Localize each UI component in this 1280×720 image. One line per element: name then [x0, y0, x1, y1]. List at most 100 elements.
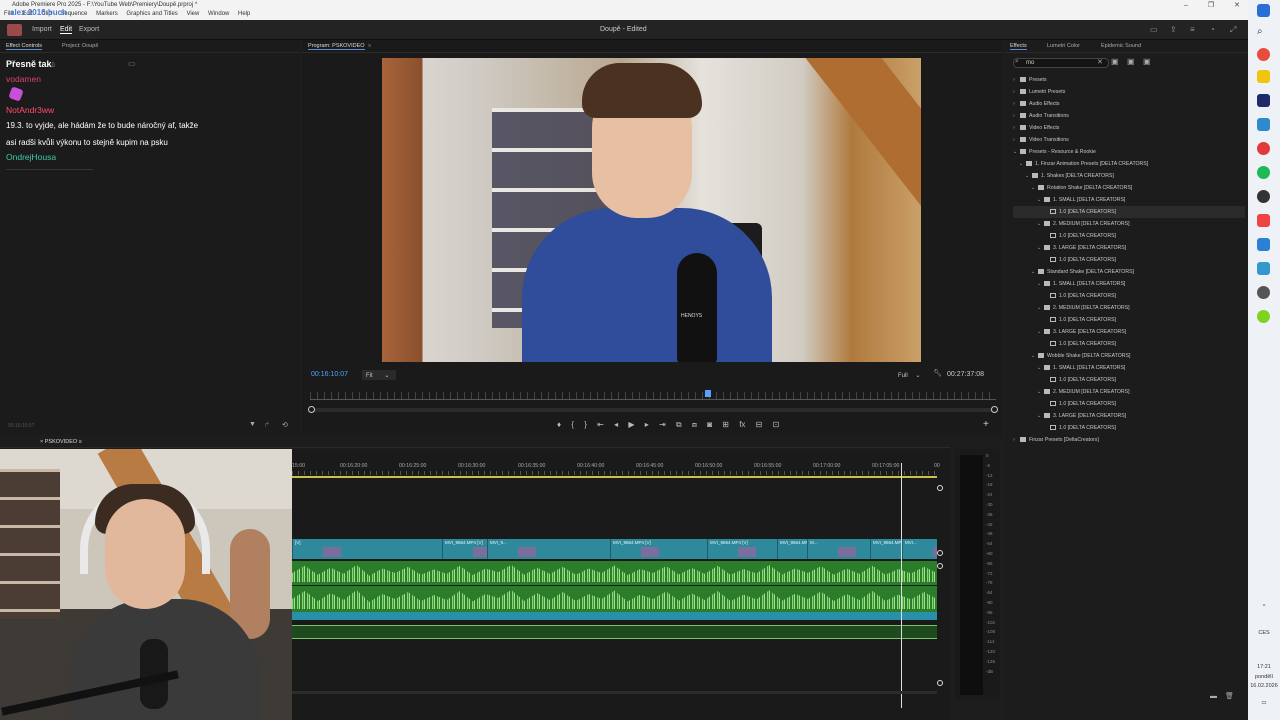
- tree-preset-item[interactable]: 1.0 [DELTA CREATORS]: [1013, 422, 1245, 434]
- video-clip[interactable]: M...: [807, 539, 870, 559]
- chevron-down-icon[interactable]: ⌄: [1037, 410, 1043, 422]
- tree-folder-item[interactable]: ⌄ 3. LARGE [DELTA CREATORS]: [1013, 242, 1245, 254]
- video-frame[interactable]: HENOYS: [382, 58, 921, 362]
- scroll-handle[interactable]: [937, 550, 943, 556]
- app-icon[interactable]: [1257, 262, 1270, 275]
- menu-help[interactable]: Help: [238, 11, 250, 17]
- video-clip[interactable]: MVI_9664.MP4 [V]: [610, 539, 707, 559]
- tree-folder-item[interactable]: ⌄ 1. SMALL [DELTA CREATORS]: [1013, 362, 1245, 374]
- chevron-down-icon[interactable]: ⌄: [1037, 194, 1043, 206]
- play-button[interactable]: ▶: [628, 420, 634, 429]
- close-button[interactable]: ✕: [1234, 2, 1240, 9]
- add-marker-button[interactable]: ♦: [557, 420, 561, 429]
- current-timecode[interactable]: 00:16:10:07: [311, 371, 348, 378]
- fullscreen-icon[interactable]: ⤢: [1230, 25, 1236, 35]
- audio-track-a1[interactable]: [292, 561, 937, 585]
- zoom-select[interactable]: Fit ⌄: [362, 370, 396, 380]
- share-icon[interactable]: ⇪: [1170, 25, 1177, 34]
- trash-icon[interactable]: 🗑︎: [1225, 693, 1234, 700]
- scroll-handle[interactable]: [937, 680, 943, 686]
- go-to-in-button[interactable]: ⇤: [597, 420, 604, 429]
- tree-preset-item[interactable]: 1.0 [DELTA CREATORS]: [1013, 254, 1245, 266]
- video-clip[interactable]: MVI_9664.MP4 [V]: [442, 539, 487, 559]
- playhead-marker[interactable]: [705, 390, 711, 397]
- app-icon[interactable]: [1257, 214, 1270, 227]
- chevron-down-icon[interactable]: ⌄: [1037, 242, 1043, 254]
- filter-icon[interactable]: ▼: [249, 421, 256, 428]
- progress-icon[interactable]: ◔: [1210, 25, 1215, 34]
- mark-out-button[interactable]: }: [584, 420, 587, 429]
- menu-view[interactable]: View: [186, 11, 199, 17]
- scrollbar-right-handle[interactable]: [991, 406, 998, 413]
- tab-edit[interactable]: Edit: [60, 26, 73, 34]
- clock-time[interactable]: 17:21: [1250, 664, 1278, 670]
- tab-effects[interactable]: Effects: [1010, 43, 1027, 50]
- tab-lumetri-color[interactable]: Lumetri Color: [1047, 43, 1080, 49]
- tree-preset-item[interactable]: 1.0 [DELTA CREATORS]: [1013, 374, 1245, 386]
- button-editor-plus-icon[interactable]: +: [983, 419, 989, 430]
- panels-icon[interactable]: ≡: [1190, 25, 1195, 34]
- tab-import[interactable]: Import: [32, 26, 52, 33]
- chevron-right-icon[interactable]: ›: [1013, 86, 1019, 98]
- tree-folder-item[interactable]: ⌄ Standard Shake [DELTA CREATORS]: [1013, 266, 1245, 278]
- clear-search-icon[interactable]: ✕: [1097, 58, 1103, 66]
- effects-search-input[interactable]: mo: [1013, 58, 1109, 68]
- keyboard-layout[interactable]: CES: [1250, 630, 1278, 636]
- tree-folder-item[interactable]: ⌄ Wobble Shake [DELTA CREATORS]: [1013, 350, 1245, 362]
- tree-folder-item[interactable]: ⌄ 1. Shakes [DELTA CREATORS]: [1013, 170, 1245, 182]
- step-back-button[interactable]: ◂: [614, 420, 618, 429]
- timeline-scrollbar[interactable]: [292, 691, 937, 694]
- tree-preset-item[interactable]: 1.0 [DELTA CREATORS]: [1013, 230, 1245, 242]
- tab-sequence[interactable]: × PSKOVIDEO ≡: [40, 439, 82, 445]
- extract-button[interactable]: ⧈: [692, 420, 697, 429]
- obs-icon[interactable]: [1257, 190, 1270, 203]
- tab-epidemic-sound[interactable]: Epidemic Sound: [1101, 43, 1141, 49]
- video-clip[interactable]: MVI...: [902, 539, 937, 559]
- audio-track-a3[interactable]: [292, 612, 937, 620]
- go-to-out-button[interactable]: ⇥: [659, 420, 666, 429]
- app-icon[interactable]: [1257, 238, 1270, 251]
- app-icon[interactable]: [1257, 310, 1270, 323]
- app-icon[interactable]: [1257, 286, 1270, 299]
- monitor-ruler[interactable]: [310, 392, 996, 400]
- yuv-effects-icon[interactable]: ▣: [1143, 57, 1151, 66]
- chevron-down-icon[interactable]: ⌄: [1037, 278, 1043, 290]
- comparison-view-button[interactable]: ⊞: [722, 420, 729, 429]
- tree-folder-item[interactable]: › Audio Effects: [1013, 98, 1245, 110]
- scrollbar-left-handle[interactable]: [308, 406, 315, 413]
- tree-folder-item[interactable]: › Video Effects: [1013, 122, 1245, 134]
- file-explorer-icon[interactable]: [1257, 70, 1270, 83]
- tree-folder-item[interactable]: › Finzar Presets [DeltaCreators]: [1013, 434, 1245, 446]
- tree-folder-item[interactable]: ⌄ 1. SMALL [DELTA CREATORS]: [1013, 194, 1245, 206]
- tree-folder-item[interactable]: ⌄ 1. SMALL [DELTA CREATORS]: [1013, 278, 1245, 290]
- tree-preset-item[interactable]: 1.0 [DELTA CREATORS]: [1013, 206, 1245, 218]
- chevron-down-icon[interactable]: ⌄: [1037, 326, 1043, 338]
- video-clip[interactable]: [V]: [292, 539, 442, 559]
- video-clip[interactable]: MVI_9664.MP4 [V]: [777, 539, 807, 559]
- tab-export[interactable]: Export: [79, 26, 99, 33]
- chevron-right-icon[interactable]: ›: [1013, 110, 1019, 122]
- zoom-scrollbar[interactable]: [308, 406, 998, 413]
- scroll-handle[interactable]: [937, 485, 943, 491]
- tree-folder-item[interactable]: › Presets: [1013, 74, 1245, 86]
- tree-folder-item[interactable]: › Video Transitions: [1013, 134, 1245, 146]
- home-icon[interactable]: [7, 24, 22, 36]
- video-clip[interactable]: MVI_9664.MP4 [V]: [707, 539, 777, 559]
- tree-folder-item[interactable]: ⌄ 2. MEDIUM [DELTA CREATORS]: [1013, 218, 1245, 230]
- chevron-right-icon[interactable]: ›: [1013, 74, 1019, 86]
- chevron-right-icon[interactable]: ›: [1013, 98, 1019, 110]
- tree-folder-item[interactable]: › Audio Transitions: [1013, 110, 1245, 122]
- tree-folder-item[interactable]: ⌄ 3. LARGE [DELTA CREATORS]: [1013, 326, 1245, 338]
- workspace-icon[interactable]: ▭: [1150, 25, 1158, 34]
- menu-markers[interactable]: Markers: [96, 11, 118, 17]
- multicam-button[interactable]: ⊟: [756, 420, 763, 429]
- tree-preset-item[interactable]: 1.0 [DELTA CREATORS]: [1013, 314, 1245, 326]
- video-clip[interactable]: MVI_9664.MP4...: [870, 539, 902, 559]
- mark-in-button[interactable]: {: [571, 420, 574, 429]
- notification-icon[interactable]: ▭: [1250, 700, 1278, 706]
- start-icon[interactable]: [1257, 4, 1270, 17]
- tree-folder-item[interactable]: › Lumetri Presets: [1013, 86, 1245, 98]
- scroll-handle[interactable]: [937, 563, 943, 569]
- audio-track-a2[interactable]: [292, 586, 937, 612]
- menu-window[interactable]: Window: [208, 11, 229, 17]
